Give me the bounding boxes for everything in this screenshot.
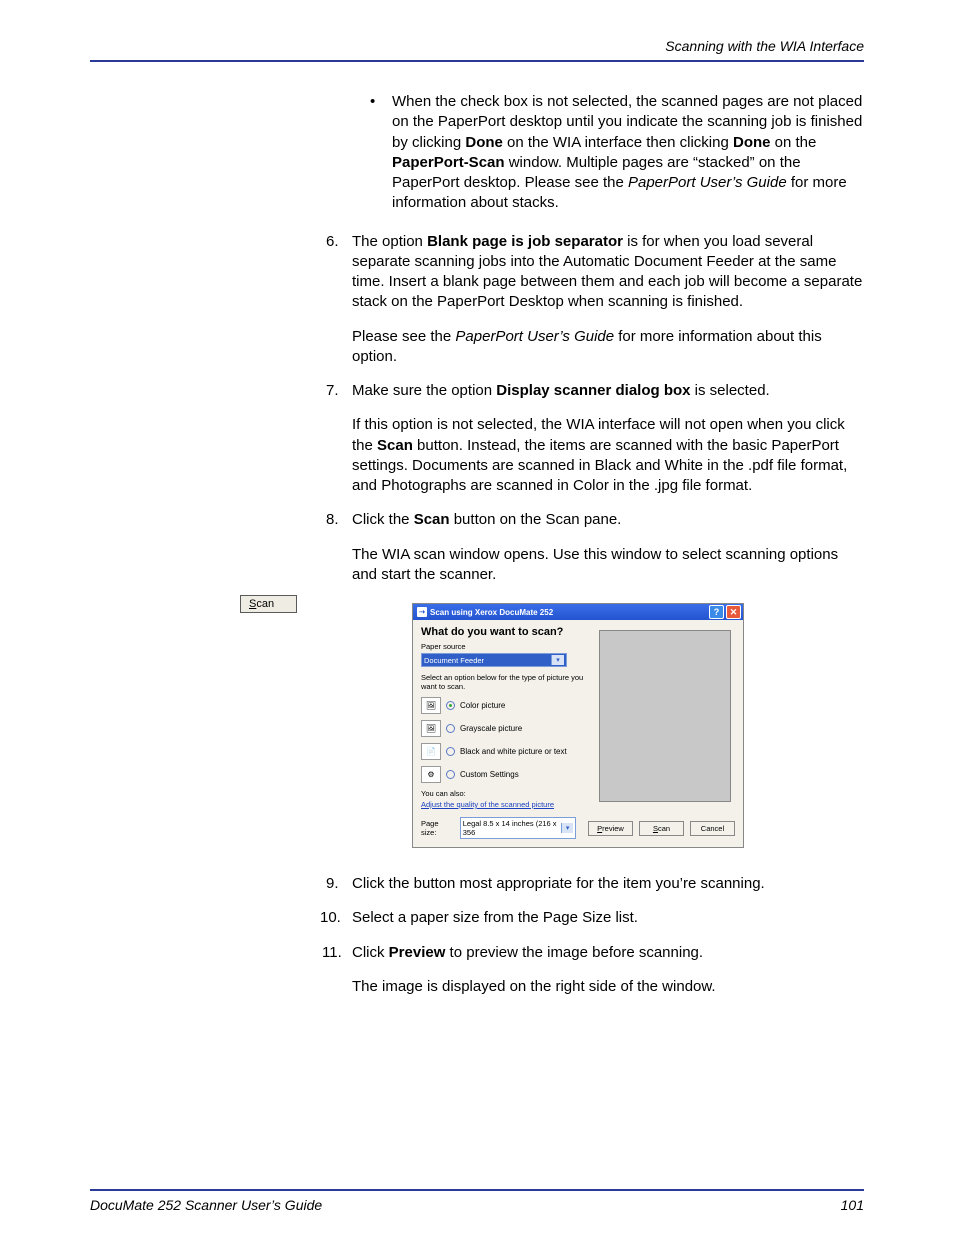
scan-button-illustration: Scan [240,595,297,613]
step-8-para2: The WIA scan window opens. Use this wind… [352,545,864,586]
radio-icon [446,770,455,779]
radio-icon [446,747,455,756]
chevron-down-icon: ▾ [561,823,573,833]
main-content: When the check box is not selected, the … [352,92,864,997]
footer-book-title: DocuMate 252 Scanner User’s Guide [90,1197,841,1213]
page-size-value: Legal 8.5 x 14 inches (216 x 356 [463,819,561,837]
option-color[interactable]: 🖼 Color picture [421,697,591,714]
step-9: 9. Click the button most appropriate for… [352,874,864,894]
step-number: 7. [326,381,339,401]
margin-figure: Scan [240,594,297,613]
also-label: You can also: [421,789,591,798]
preview-area [599,630,731,802]
option-bw[interactable]: 📄 Black and white picture or text [421,743,591,760]
paper-source-select[interactable]: Document Feeder ▾ [421,653,567,667]
step-7: 7. Make sure the option Display scanner … [352,381,864,401]
wia-scan-dialog: ⇢ Scan using Xerox DocuMate 252 ? ✕ What… [412,603,744,848]
page-size-select[interactable]: Legal 8.5 x 14 inches (216 x 356 ▾ [460,817,576,839]
page-header: Scanning with the WIA Interface [90,38,864,62]
radio-icon [446,724,455,733]
step-11: 11. Click Preview to preview the image b… [352,943,864,963]
option-label: Custom Settings [460,770,519,779]
step-8: 8. Click the Scan button on the Scan pan… [352,510,864,530]
step-number: 10. [320,908,341,928]
paper-source-value: Document Feeder [424,656,484,665]
image-icon: 🖼 [421,720,441,737]
footer-page-number: 101 [841,1197,864,1213]
scan-button-label-rest: can [256,598,274,610]
step-number: 6. [326,232,339,252]
step-number: 11. [322,943,342,963]
cancel-button[interactable]: Cancel [690,821,735,836]
option-custom[interactable]: ⚙ Custom Settings [421,766,591,783]
step-10: 10. Select a paper size from the Page Si… [352,908,864,928]
option-grayscale[interactable]: 🖼 Grayscale picture [421,720,591,737]
scan-button[interactable]: Scan [639,821,684,836]
chevron-down-icon: ▾ [551,655,564,665]
dialog-title: Scan using Xerox DocuMate 252 [430,608,707,617]
close-icon[interactable]: ✕ [726,605,741,619]
step-6: 6. The option Blank page is job separato… [352,232,864,313]
page-footer: DocuMate 252 Scanner User’s Guide 101 [90,1189,864,1213]
help-icon[interactable]: ? [709,605,724,619]
header-section-title: Scanning with the WIA Interface [665,38,864,54]
option-label: Grayscale picture [460,724,522,733]
adjust-quality-link[interactable]: Adjust the quality of the scanned pictur… [421,800,591,809]
image-icon: 🖼 [421,697,441,714]
settings-icon: ⚙ [421,766,441,783]
preview-button[interactable]: Preview [588,821,633,836]
option-label: Color picture [460,701,505,710]
step-6-para2: Please see the PaperPort User’s Guide fo… [352,327,864,368]
step-number: 8. [326,510,339,530]
radio-icon [446,701,455,710]
step-7-para2: If this option is not selected, the WIA … [352,415,864,496]
step-number: 9. [326,874,339,894]
dialog-titlebar: ⇢ Scan using Xerox DocuMate 252 ? ✕ [413,604,743,620]
step-11-para2: The image is displayed on the right side… [352,977,864,997]
dialog-heading: What do you want to scan? [421,626,591,638]
paper-source-label: Paper source [421,642,591,651]
text-icon: 📄 [421,743,441,760]
page-size-label: Page size: [421,819,454,837]
app-icon: ⇢ [417,607,427,617]
option-label: Black and white picture or text [460,747,567,756]
bullet-item: When the check box is not selected, the … [370,92,864,214]
instruction-text: Select an option below for the type of p… [421,673,591,691]
